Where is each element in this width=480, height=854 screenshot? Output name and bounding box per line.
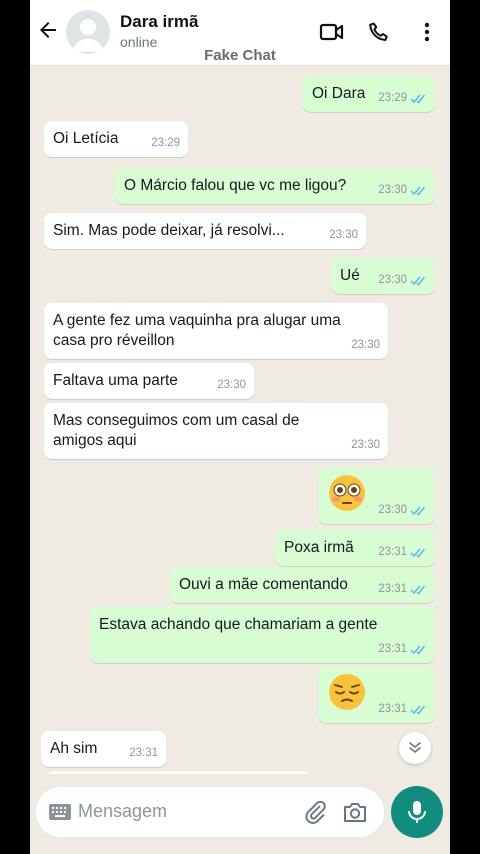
- message-meta: 23:31: [378, 639, 427, 659]
- message-time: 23:31: [378, 583, 407, 595]
- message-time: 23:31: [378, 643, 407, 655]
- message-time: 23:30: [351, 339, 380, 351]
- message-time: 23:30: [351, 439, 380, 451]
- double-check-icon: [410, 645, 426, 655]
- message-meta: 23:30: [378, 500, 427, 520]
- message-meta: 23:29: [151, 133, 180, 153]
- mic-icon: [408, 801, 426, 823]
- message-incoming[interactable]: Mas conseguimos com um casal de amigos a…: [44, 403, 388, 459]
- video-call-icon[interactable]: [319, 20, 345, 44]
- message-text: Ouvi a mãe comentando: [179, 576, 348, 593]
- double-check-icon: [410, 585, 426, 595]
- message-meta: 23:30: [378, 270, 427, 290]
- message-meta: 23:29: [378, 88, 427, 108]
- message-meta: 23:30: [351, 435, 380, 455]
- message-outgoing[interactable]: Estava achando que chamariam a gente 23:…: [90, 607, 435, 663]
- flushed-face-emoji-icon: [329, 475, 365, 511]
- message-incoming[interactable]: A gente fez uma vaquinha pra alugar uma …: [44, 303, 388, 359]
- message-meta: 23:30: [217, 375, 246, 395]
- message-text: O Márcio falou que vc me ligou?: [124, 177, 347, 194]
- message-input-placeholder[interactable]: Mensagem: [78, 801, 167, 822]
- double-check-icon: [410, 548, 426, 558]
- message-meta: 23:31: [378, 579, 427, 599]
- message-incoming[interactable]: Faltava uma parte 23:30: [44, 363, 254, 399]
- message-meta: 23:30: [329, 225, 358, 245]
- message-text: Mas conseguimos com um casal de amigos a…: [53, 412, 300, 449]
- message-time: 23:30: [378, 274, 407, 286]
- message-outgoing[interactable]: Ué 23:30: [331, 258, 435, 294]
- message-text: Oi Dara: [312, 85, 366, 102]
- message-input-bar[interactable]: Mensagem: [36, 787, 384, 837]
- contact-name[interactable]: Dara irmã: [120, 12, 198, 32]
- message-text: Ué: [340, 267, 360, 284]
- message-outgoing[interactable]: O Márcio falou que vc me ligou? 23:30: [115, 168, 435, 204]
- message-meta: 23:31: [129, 743, 158, 763]
- chat-screen: Dara irmã online Fake Chat Oi Dara 23:29…: [30, 0, 450, 854]
- message-text: Estava achando que chamariam a gente: [99, 616, 378, 633]
- keyboard-icon[interactable]: [48, 803, 72, 821]
- message-time: 23:30: [378, 504, 407, 516]
- mic-button[interactable]: [391, 786, 443, 838]
- back-arrow-icon[interactable]: [36, 18, 60, 42]
- more-options-icon[interactable]: [414, 20, 440, 44]
- message-list[interactable]: Oi Dara 23:29 Oi Letícia 23:29 O Márcio …: [30, 66, 450, 774]
- message-time: 23:31: [129, 747, 158, 759]
- message-time: 23:31: [378, 546, 407, 558]
- message-incoming[interactable]: Oi Letícia 23:29: [44, 121, 188, 157]
- message-time: 23:29: [151, 137, 180, 149]
- message-text: Poxa irmã: [284, 539, 354, 556]
- double-check-icon: [410, 94, 426, 104]
- message-text: A gente fez uma vaquinha pra alugar uma …: [53, 312, 341, 349]
- pensive-face-emoji-icon: [329, 674, 365, 710]
- message-time: 23:30: [329, 229, 358, 241]
- message-outgoing-emoji[interactable]: 23:30: [318, 468, 435, 524]
- message-meta: 23:30: [351, 335, 380, 355]
- message-time: 23:30: [217, 379, 246, 391]
- double-check-icon: [410, 276, 426, 286]
- message-incoming[interactable]: Ah sim 23:31: [41, 731, 166, 767]
- message-incoming[interactable]: Sim. Mas pode deixar, já resolvi... 23:3…: [44, 213, 366, 249]
- message-incoming-partial[interactable]: [46, 771, 310, 774]
- double-check-icon: [410, 186, 426, 196]
- message-outgoing[interactable]: Poxa irmã 23:31: [275, 530, 435, 566]
- camera-icon[interactable]: [342, 800, 368, 824]
- message-meta: 23:30: [378, 180, 427, 200]
- message-meta: 23:31: [378, 699, 427, 719]
- app-title: Fake Chat: [204, 47, 276, 64]
- message-outgoing[interactable]: Oi Dara 23:29: [303, 76, 435, 112]
- chat-header: Dara irmã online Fake Chat: [30, 0, 450, 66]
- attach-icon[interactable]: [303, 800, 327, 824]
- double-check-icon: [410, 506, 426, 516]
- message-outgoing[interactable]: Ouvi a mãe comentando 23:31: [170, 567, 435, 603]
- message-text: Sim. Mas pode deixar, já resolvi...: [53, 222, 285, 239]
- phone-icon[interactable]: [366, 20, 392, 44]
- message-outgoing-emoji[interactable]: 23:31: [318, 667, 435, 723]
- message-meta: 23:31: [378, 542, 427, 562]
- chevron-down-icon: [409, 742, 421, 753]
- message-text: Oi Letícia: [53, 130, 119, 147]
- scroll-down-button[interactable]: [399, 732, 431, 764]
- double-check-icon: [410, 705, 426, 715]
- message-time: 23:31: [378, 703, 407, 715]
- message-text: Faltava uma parte: [53, 372, 178, 389]
- message-time: 23:29: [378, 92, 407, 104]
- message-time: 23:30: [378, 184, 407, 196]
- message-text: Ah sim: [50, 740, 98, 757]
